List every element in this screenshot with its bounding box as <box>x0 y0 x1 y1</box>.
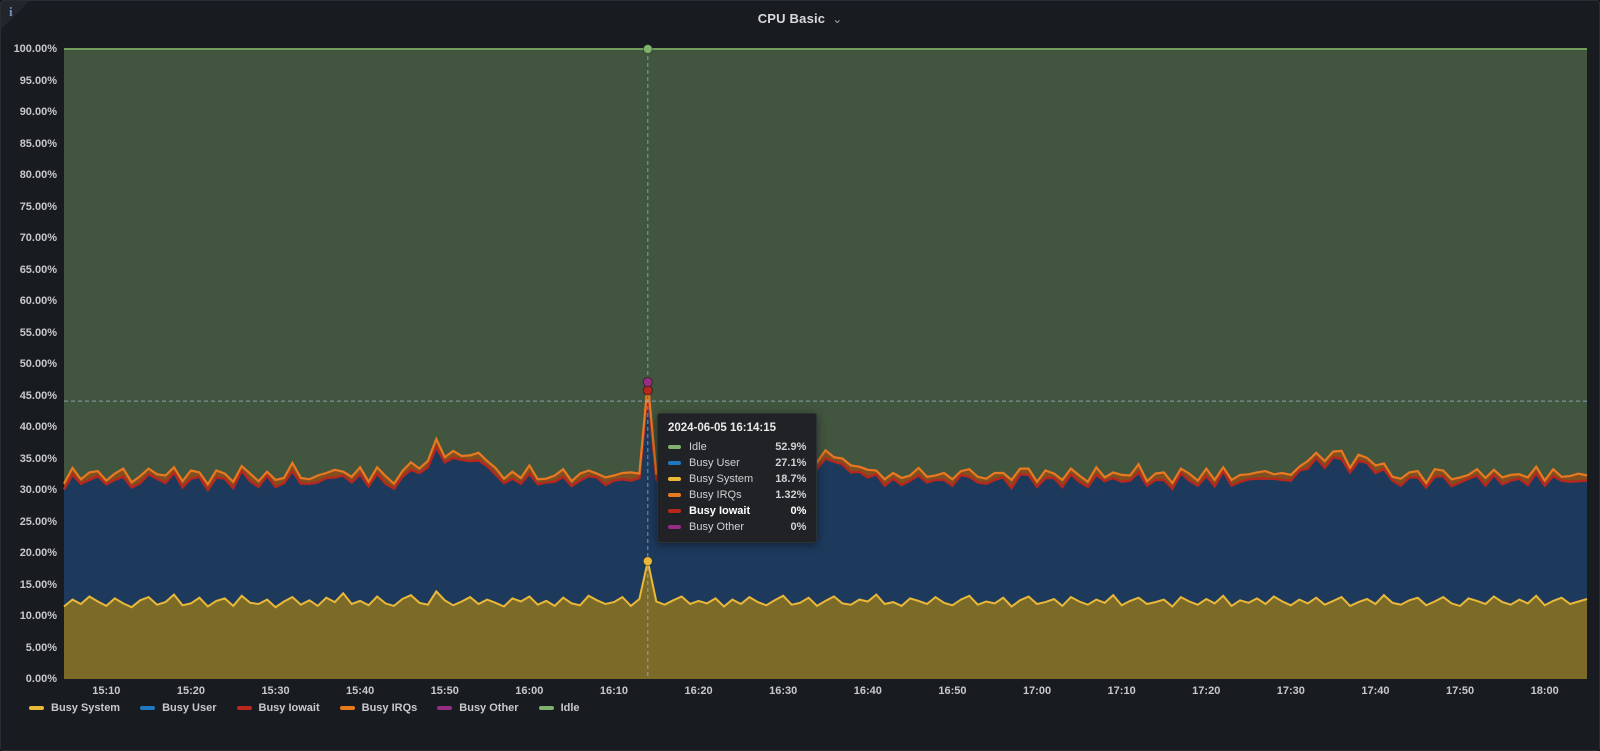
tooltip-series-label: Busy User <box>689 457 740 469</box>
legend-item-busy-irqs[interactable]: Busy IRQs <box>339 702 418 714</box>
legend-swatch <box>339 706 355 710</box>
legend-swatch <box>140 706 156 710</box>
legend-swatch <box>437 706 453 710</box>
tooltip-series-label: Busy Other <box>689 521 745 533</box>
chevron-down-icon: ⌄ <box>832 12 843 26</box>
legend-swatch <box>236 706 252 710</box>
tooltip-series-value: 52.9% <box>775 441 807 453</box>
tooltip-series-label: Idle <box>689 441 707 453</box>
series-swatch <box>668 477 681 481</box>
tooltip-series-label: Busy Iowait <box>689 505 751 517</box>
tooltip-series-value: 27.1% <box>775 457 807 469</box>
legend-label: Idle <box>560 702 580 714</box>
panel-info-corner[interactable]: i <box>1 1 29 29</box>
panel-title[interactable]: CPU Basic <box>758 11 826 26</box>
hover-dot-busy-iowait <box>642 385 653 396</box>
series-swatch <box>668 525 681 529</box>
legend-label: Busy System <box>51 702 121 714</box>
series-swatch <box>668 493 681 497</box>
legend-item-idle[interactable]: Idle <box>538 702 580 714</box>
legend-item-busy-user[interactable]: Busy User <box>140 702 217 714</box>
grafana-cpu-panel: i CPU Basic ⌄ 0.00% 5.00% 10.00% 15.00% 20.0… <box>0 0 1600 751</box>
panel-header[interactable]: CPU Basic ⌄ <box>1 1 1599 35</box>
hover-dot-busy-other <box>642 377 653 388</box>
tooltip-series-value: 0% <box>790 505 807 517</box>
tooltip-timestamp: 2024-06-05 16:14:15 <box>668 422 777 434</box>
legend-swatch <box>538 706 554 710</box>
tooltip-row-busy-user: Busy User 27.1% <box>668 457 806 469</box>
series-swatch <box>668 461 681 465</box>
tooltip-row-idle: Idle 52.9% <box>668 441 806 453</box>
series-swatch <box>668 445 681 449</box>
series-swatch <box>668 509 681 513</box>
legend-swatch <box>29 706 44 710</box>
tooltip-series-label: Busy IRQs <box>689 489 742 501</box>
legend-label: Busy Iowait <box>258 702 320 714</box>
tooltip-row-busy-other: Busy Other 0% <box>668 521 806 533</box>
area-idle <box>64 49 1587 485</box>
hover-dot-busy-system <box>642 556 653 567</box>
tooltip-series-value: 18.7% <box>775 473 807 485</box>
tooltip-series-value: 0% <box>790 521 807 533</box>
cpu-usage-chart[interactable] <box>1 1 1600 751</box>
tooltip-rows: Idle 52.9% Busy User 27.1% Busy System 18.7% B… <box>668 441 806 533</box>
legend-label: Busy IRQs <box>361 702 418 714</box>
tooltip-row-busy-iowait: Busy Iowait 0% <box>668 505 806 517</box>
tooltip-row-busy-irqs: Busy IRQs 1.32% <box>668 489 806 501</box>
tooltip-series-label: Busy System <box>689 473 754 485</box>
tooltip-row-busy-system: Busy System 18.7% <box>668 473 806 485</box>
legend-item-busy-other[interactable]: Busy Other <box>437 702 519 714</box>
legend-item-busy-iowait[interactable]: Busy Iowait <box>236 702 320 714</box>
legend-label: Busy Other <box>459 702 519 714</box>
hover-dot-idle <box>642 44 653 54</box>
chart-tooltip: 2024-06-05 16:14:15 Idle 52.9% Busy User 27… <box>657 413 818 543</box>
tooltip-series-value: 1.32% <box>775 489 807 501</box>
legend-label: Busy User <box>162 702 217 714</box>
legend-item-busy-system[interactable]: Busy System <box>29 702 120 714</box>
info-icon: i <box>9 4 13 19</box>
chart-legend: Busy System Busy User Busy Iowait Busy IRQs… <box>29 702 580 714</box>
